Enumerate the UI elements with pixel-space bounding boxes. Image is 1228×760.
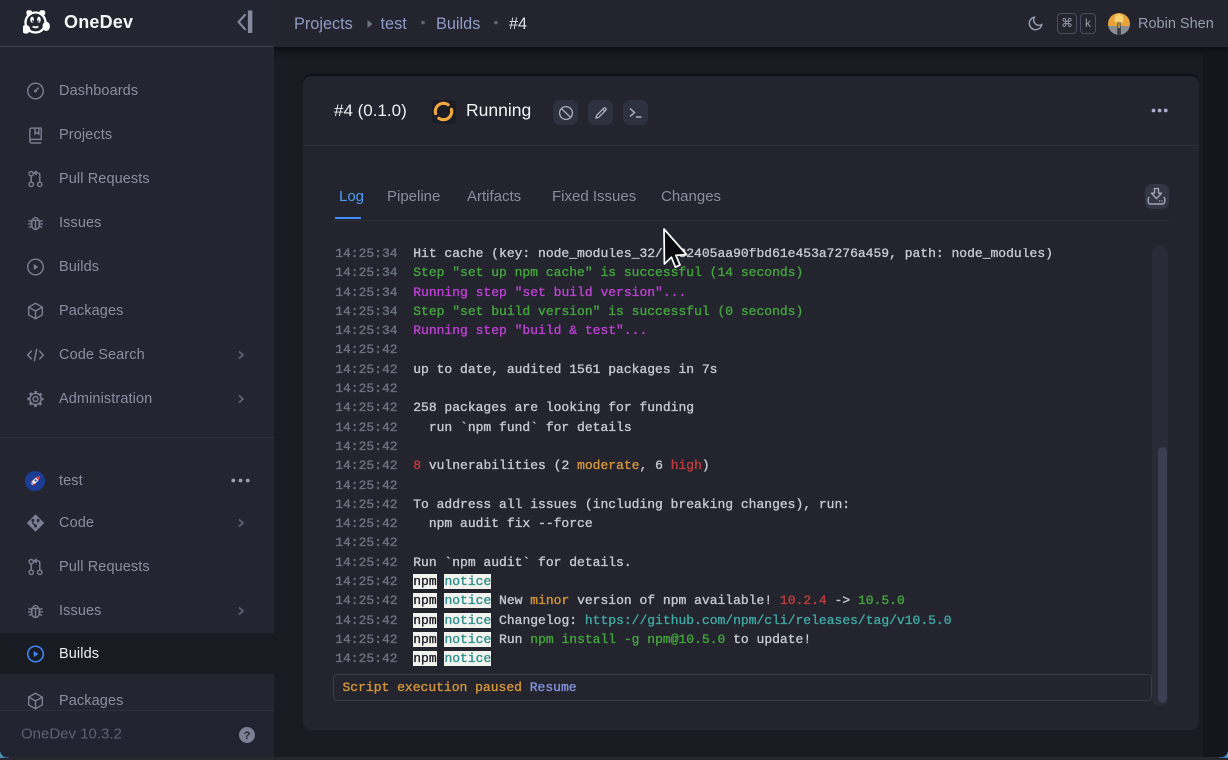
svg-text:?: ? — [244, 730, 251, 742]
